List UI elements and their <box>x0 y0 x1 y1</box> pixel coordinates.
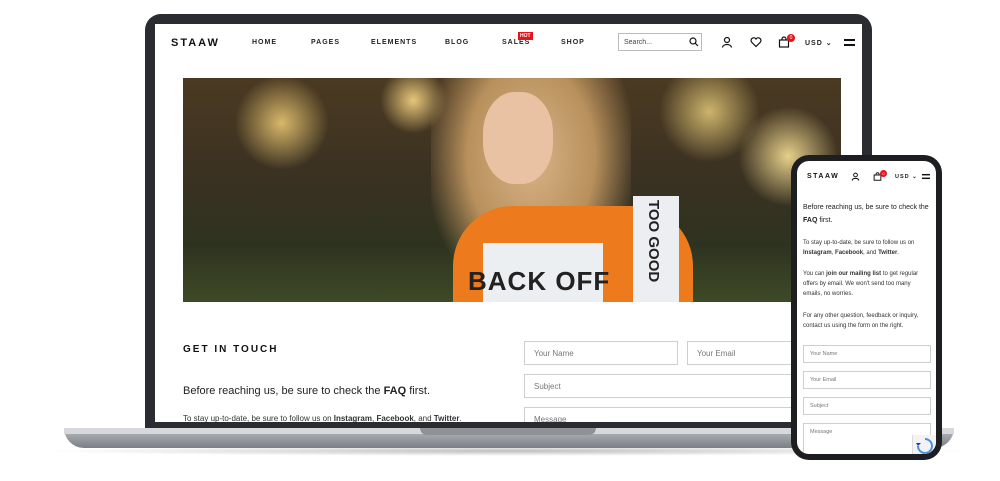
mobile-currency-label: USD <box>895 174 910 180</box>
menu-icon[interactable] <box>844 38 855 47</box>
mobile-instagram-link[interactable]: Instagram <box>803 250 832 256</box>
mobile-follow-text: To stay up-to-date, be sure to follow us… <box>803 240 915 256</box>
twitter-link[interactable]: Twitter <box>434 414 460 422</box>
mobile-email-field[interactable]: Your Email <box>803 371 931 389</box>
mobile-twitter-link[interactable]: Twitter <box>878 250 897 256</box>
header-nav: STAAW HOME PAGES ELEMENTS BLOG SALES HOT… <box>155 24 862 62</box>
search-placeholder: Search... <box>624 39 653 46</box>
contact-intro-text: Before reaching us, be sure to check the <box>183 385 384 397</box>
follow-text: To stay up-to-date, be sure to follow us… <box>183 414 462 422</box>
currency-label: USD <box>805 40 823 47</box>
nav-blog[interactable]: BLOG <box>445 39 469 46</box>
search-box[interactable]: Search... <box>618 33 702 51</box>
chevron-down-icon: ⌄ <box>825 40 833 47</box>
brand-logo[interactable]: STAAW <box>171 37 220 49</box>
recaptcha-icon <box>916 438 933 454</box>
mobile-name-field[interactable]: Your Name <box>803 345 931 363</box>
laptop-screen: STAAW HOME PAGES ELEMENTS BLOG SALES HOT… <box>155 24 862 422</box>
mobile-intro-text: Before reaching us, be sure to check the <box>803 204 929 211</box>
search-icon[interactable] <box>689 37 699 47</box>
nav-sales[interactable]: SALES <box>502 39 530 46</box>
recaptcha-badge[interactable] <box>912 435 936 454</box>
mobile-mailing-link[interactable]: join our mailing list <box>826 271 881 277</box>
contact-intro-end: first. <box>406 385 431 397</box>
nav-shop[interactable]: SHOP <box>561 39 585 46</box>
hot-badge: HOT <box>518 32 533 40</box>
hero-face <box>483 92 553 184</box>
name-field[interactable]: Your Name <box>524 341 678 365</box>
mobile-mailing-text: You can join our mailing list to get reg… <box>803 269 931 299</box>
follow-and: , and <box>413 414 434 422</box>
mobile-faq-link[interactable]: FAQ <box>803 217 817 224</box>
follow-prefix: To stay up-to-date, be sure to follow us… <box>183 414 334 422</box>
mobile-currency-selector[interactable]: USD ⌄ <box>895 174 918 180</box>
mobile-contact-intro: Before reaching us, be sure to check the… <box>803 201 931 227</box>
nav-elements[interactable]: ELEMENTS <box>371 39 417 46</box>
mobile-follow-prefix: To stay up-to-date, be sure to follow us… <box>803 240 915 246</box>
contact-intro: Before reaching us, be sure to check the… <box>183 385 430 397</box>
mobile-intro-end: first. <box>817 217 833 224</box>
hero-sleeve-text: TOO GOOD <box>645 200 662 283</box>
hero-hoodie-text: BACK OFF <box>468 266 611 296</box>
user-icon[interactable] <box>721 36 733 48</box>
mobile-follow-and: , and <box>863 250 879 256</box>
contact-heading: GET IN TOUCH <box>183 344 279 355</box>
mobile-other-text: For any other question, feedback or inqu… <box>803 313 919 329</box>
mobile-mailing-prefix: You can <box>803 271 827 277</box>
cart-count-badge: 0 <box>787 34 795 42</box>
currency-selector[interactable]: USD ⌄ <box>805 39 833 47</box>
phone-screen: STAAW 0 USD ⌄ Before reaching us, be sur… <box>797 161 936 454</box>
nav-pages[interactable]: PAGES <box>311 39 340 46</box>
mobile-user-icon[interactable] <box>851 172 860 181</box>
mobile-brand-logo[interactable]: STAAW <box>807 173 839 180</box>
mobile-facebook-link[interactable]: Facebook <box>835 250 863 256</box>
mobile-chevron-down-icon: ⌄ <box>912 174 918 180</box>
instagram-link[interactable]: Instagram <box>334 414 372 422</box>
faq-link[interactable]: FAQ <box>384 385 407 397</box>
nav-home[interactable]: HOME <box>252 39 277 46</box>
heart-icon[interactable] <box>750 36 762 48</box>
mobile-cart-badge: 0 <box>880 170 887 177</box>
hero-image: BACK OFF TOO GOOD <box>183 78 841 302</box>
mobile-menu-icon[interactable] <box>922 173 930 180</box>
mobile-subject-field[interactable]: Subject <box>803 397 931 415</box>
facebook-link[interactable]: Facebook <box>376 414 413 422</box>
laptop-notch <box>420 428 596 435</box>
